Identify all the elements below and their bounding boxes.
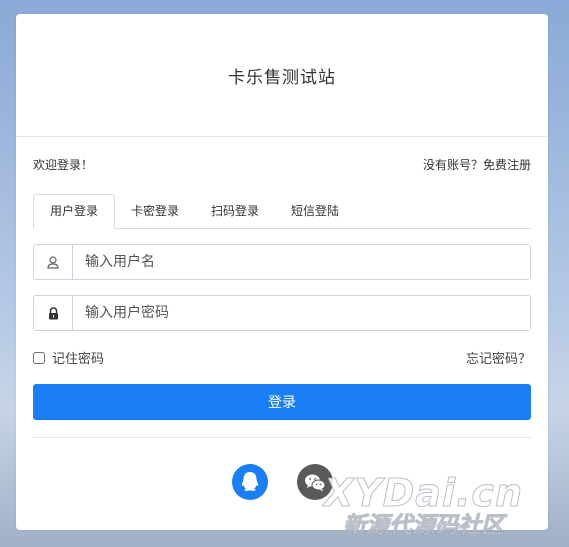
tab-card-login[interactable]: 卡密登录 bbox=[115, 194, 195, 228]
login-button[interactable]: 登录 bbox=[33, 384, 531, 420]
options-row: 记住密码 忘记密码？ bbox=[33, 348, 531, 367]
social-login bbox=[33, 464, 531, 500]
remember-password[interactable]: 记住密码 bbox=[33, 348, 104, 367]
username-group bbox=[33, 244, 531, 280]
login-card: 卡乐售测试站 欢迎登录！ 没有账号？免费注册 用户登录 卡密登录 扫码登录 短信… bbox=[16, 14, 548, 530]
register-link[interactable]: 没有账号？免费注册 bbox=[423, 156, 531, 173]
tab-sms-login[interactable]: 短信登陆 bbox=[275, 194, 355, 228]
remember-checkbox[interactable] bbox=[33, 351, 45, 364]
site-title: 卡乐售测试站 bbox=[228, 67, 336, 88]
divider bbox=[33, 437, 531, 438]
password-group bbox=[33, 295, 531, 331]
password-input[interactable] bbox=[73, 296, 530, 330]
lock-icon bbox=[34, 296, 73, 330]
forgot-password-link[interactable]: 忘记密码？ bbox=[466, 348, 531, 367]
tab-user-login[interactable]: 用户登录 bbox=[33, 194, 116, 229]
welcome-text: 欢迎登录！ bbox=[33, 158, 94, 172]
login-tabs: 用户登录 卡密登录 扫码登录 短信登陆 bbox=[33, 194, 531, 229]
user-icon bbox=[34, 245, 73, 279]
remember-label: 记住密码 bbox=[52, 352, 105, 367]
top-row: 欢迎登录！ 没有账号？免费注册 bbox=[33, 156, 531, 173]
card-header: 卡乐售测试站 bbox=[16, 14, 548, 137]
card-body: 欢迎登录！ 没有账号？免费注册 用户登录 卡密登录 扫码登录 短信登陆 输入用户… bbox=[16, 156, 548, 500]
username-input[interactable] bbox=[73, 245, 530, 279]
wechat-icon[interactable] bbox=[296, 464, 333, 500]
tab-qr-login[interactable]: 扫码登录 bbox=[195, 194, 275, 228]
qq-icon[interactable] bbox=[231, 464, 268, 500]
